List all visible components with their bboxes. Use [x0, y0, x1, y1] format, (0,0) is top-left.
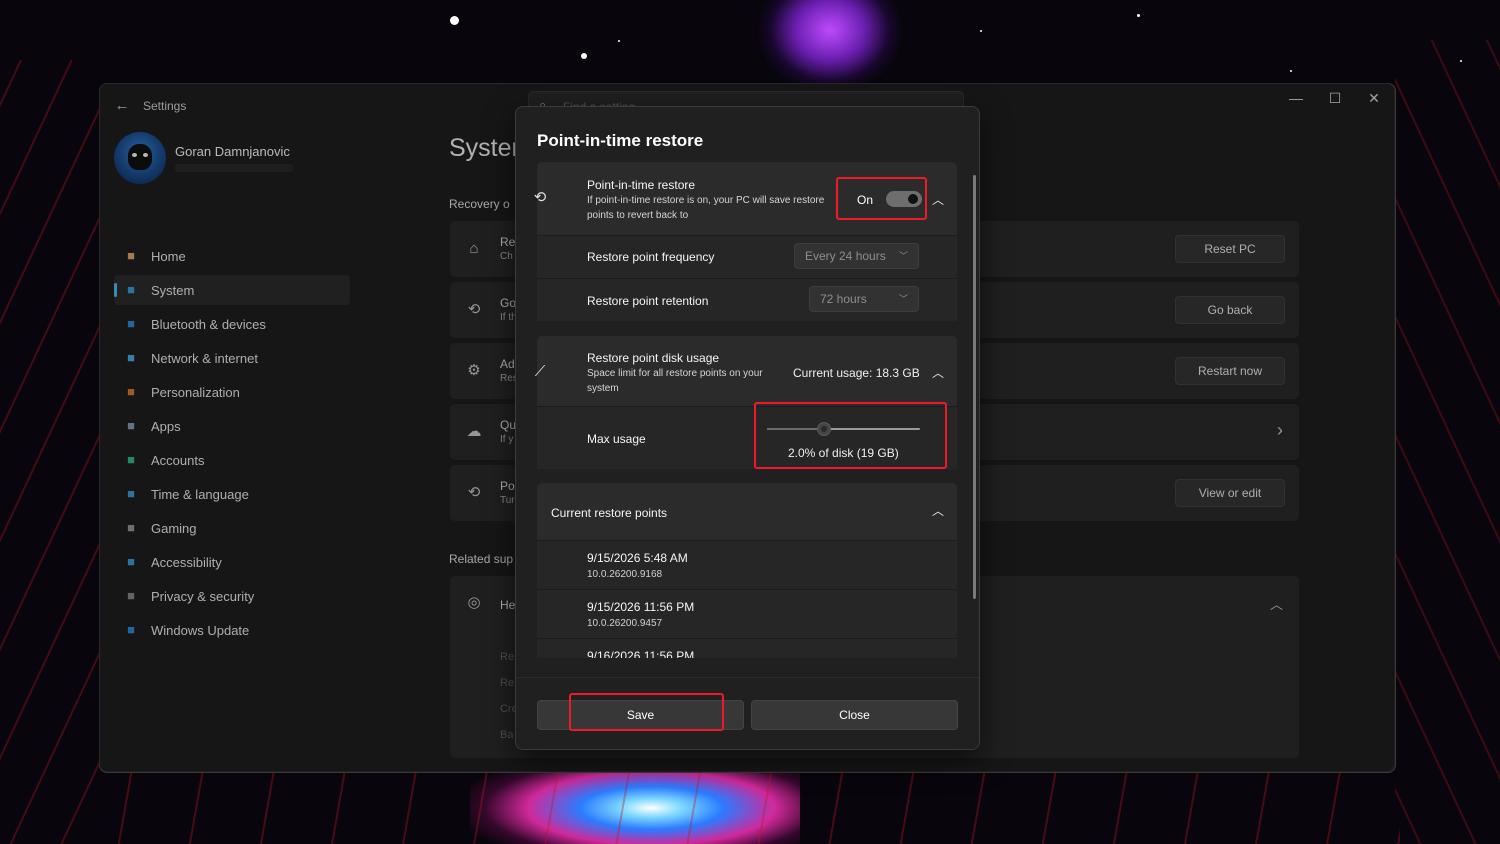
close-button[interactable]: Close — [751, 700, 958, 730]
scrollbar[interactable] — [973, 175, 976, 599]
frequency-label: Restore point frequency — [587, 250, 715, 264]
star — [581, 53, 587, 59]
restore-point-build: 10.0.26200.9457 — [587, 618, 663, 629]
frequency-value: Every 24 hours — [805, 249, 886, 263]
retention-label: Restore point retention — [587, 294, 709, 308]
chevron-up-icon[interactable]: ︿ — [932, 502, 944, 519]
restore-point-date: 9/15/2026 11:56 PM — [587, 600, 695, 614]
retention-dropdown[interactable]: 72 hours ﹀ — [809, 286, 919, 312]
star — [1460, 60, 1462, 62]
annotation-highlight-save — [569, 693, 724, 731]
red-streaks-right — [1395, 40, 1500, 844]
star — [980, 30, 982, 32]
restore-point-date: 9/15/2026 5:48 AM — [587, 551, 688, 565]
dialog-title: Point-in-time restore — [537, 131, 704, 150]
restore-point-build: 10.0.26200.9168 — [587, 569, 663, 580]
chevron-down-icon: ﹀ — [898, 251, 908, 261]
star — [450, 16, 459, 25]
star — [1137, 14, 1140, 17]
annotation-highlight-toggle — [836, 177, 927, 220]
restore-points-header: Current restore points — [551, 506, 668, 520]
max-usage-label: Max usage — [587, 432, 646, 446]
chevron-down-icon: ﹀ — [898, 294, 908, 304]
annotation-highlight-slider — [754, 402, 947, 469]
red-streaks-bottom — [100, 772, 1400, 844]
disk-usage-title: Restore point disk usage — [587, 351, 720, 365]
retention-value: 72 hours — [820, 292, 867, 306]
star — [618, 40, 620, 42]
current-usage: Current usage: 18.3 GB — [793, 366, 920, 380]
disk-usage-description: Space limit for all restore points on yo… — [587, 368, 763, 394]
restore-title: Point-in-time restore — [587, 178, 696, 192]
chevron-up-icon[interactable]: ︿ — [932, 364, 944, 381]
chevron-up-icon[interactable]: ︿ — [932, 191, 944, 208]
frequency-dropdown[interactable]: Every 24 hours ﹀ — [794, 243, 919, 269]
red-streaks-left — [0, 60, 100, 844]
nebula-graphic — [760, 0, 900, 90]
restore-description: If point-in-time restore is on, your PC … — [587, 195, 825, 221]
chart-line-icon: ⟋ — [534, 363, 546, 380]
restore-point-date: 9/16/2026 11:56 PM — [587, 649, 695, 658]
history-icon: ⟲ — [533, 189, 547, 206]
star — [1290, 70, 1292, 72]
